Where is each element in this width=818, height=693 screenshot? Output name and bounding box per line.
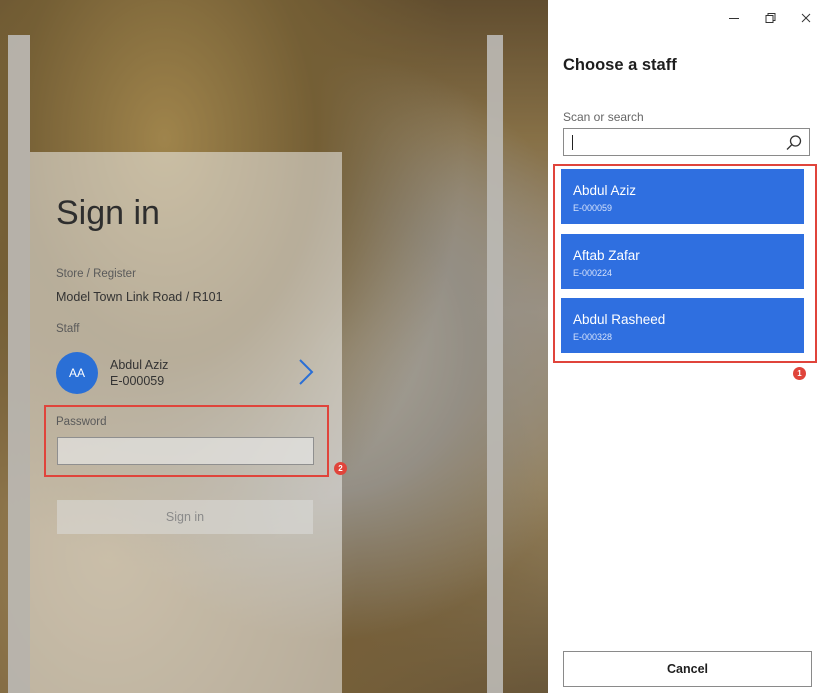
signin-button[interactable]: Sign in	[57, 500, 313, 534]
store-register-value: Model Town Link Road / R101	[56, 290, 223, 304]
annotation-badge-1: 1	[793, 367, 806, 380]
staff-item-name: Abdul Rasheed	[573, 312, 666, 327]
search-input[interactable]	[563, 128, 810, 156]
staff-list-item[interactable]: Aftab Zafar E-000224	[561, 234, 804, 289]
selected-staff-id: E-000059	[110, 374, 165, 388]
highlight-box-password	[44, 405, 329, 477]
annotation-badge-2: 2	[334, 462, 347, 475]
search-label: Scan or search	[563, 110, 644, 124]
staff-item-id: E-000224	[573, 268, 613, 278]
staff-item-name: Aftab Zafar	[573, 248, 640, 263]
staff-item-name: Abdul Aziz	[573, 183, 637, 198]
staff-panel: Choose a staff Scan or search Abdul Aziz…	[548, 0, 818, 693]
minimize-icon[interactable]	[724, 12, 744, 30]
staff-list-item[interactable]: Abdul Rasheed E-000328	[561, 298, 804, 353]
staff-item-id: E-000328	[573, 332, 613, 342]
staff-item-id: E-000059	[573, 203, 613, 213]
cancel-button[interactable]: Cancel	[563, 651, 812, 687]
title-bar	[548, 0, 818, 34]
chevron-right-icon[interactable]	[294, 356, 318, 388]
text-caret	[572, 135, 573, 150]
search-icon[interactable]	[785, 134, 803, 152]
staff-list-item[interactable]: Abdul Aziz E-000059	[561, 169, 804, 224]
staff-label: Staff	[56, 323, 80, 335]
signin-title: Sign in	[56, 194, 160, 232]
panel-title: Choose a staff	[563, 56, 677, 74]
selected-staff-name: Abdul Aziz	[110, 358, 169, 372]
background-pane: Sign in Store / Register Model Town Link…	[0, 0, 548, 693]
restore-icon[interactable]	[760, 12, 780, 30]
close-icon[interactable]	[796, 12, 816, 30]
store-register-label: Store / Register	[56, 268, 136, 280]
avatar: AA	[56, 352, 98, 394]
